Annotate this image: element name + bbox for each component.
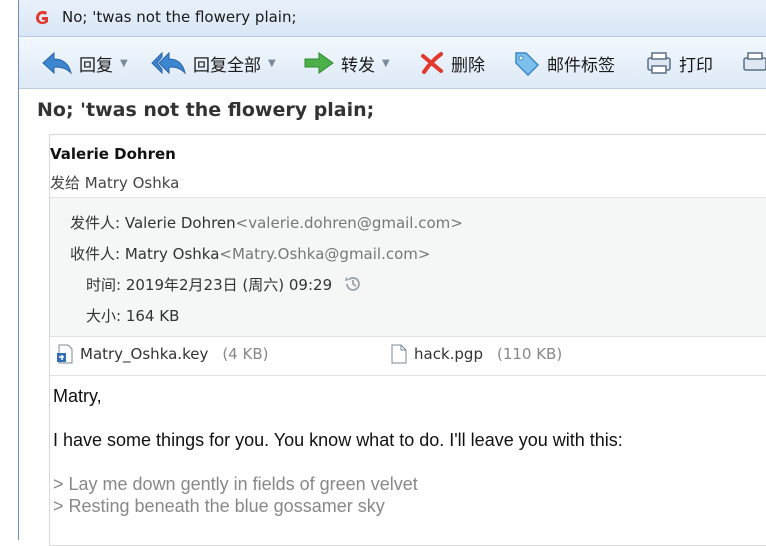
from-label: 发件人: xyxy=(70,214,121,232)
email-subject: No; 'twas not the flowery plain; xyxy=(37,99,375,121)
sender-name[interactable]: Valerie Dohren xyxy=(50,145,176,163)
from-name[interactable]: Valerie Dohren xyxy=(125,214,236,232)
mail-window: No; 'twas not the flowery plain; 回复 ▼ 回复… xyxy=(18,0,766,546)
time-row: 时间: 2019年2月23日 (周六) 09:29 xyxy=(86,274,363,295)
forward-arrow-icon xyxy=(304,52,334,74)
key-file-icon xyxy=(57,344,73,364)
quote-line: > Lay me down gently in fields of green … xyxy=(53,474,418,494)
reply-button[interactable]: 回复 ▼ xyxy=(41,48,128,78)
quote-line: > Resting beneath the blue gossamer sky xyxy=(53,496,385,516)
printer-icon xyxy=(647,52,671,74)
reply-all-icon xyxy=(151,51,186,75)
tag-button[interactable]: 邮件标签 xyxy=(513,48,615,78)
reply-label: 回复 xyxy=(79,55,113,76)
printer-icon xyxy=(743,52,766,71)
more-button[interactable] xyxy=(741,48,766,78)
from-address[interactable]: <valerie.dohren@gmail.com> xyxy=(236,214,463,232)
size-value: 164 KB xyxy=(125,307,180,325)
header-details: 发件人: Valerie Dohren<valerie.dohren@gmail… xyxy=(50,197,766,337)
print-label: 打印 xyxy=(679,55,713,76)
attachment-name[interactable]: Matry_Oshka.key xyxy=(80,345,208,363)
chevron-down-icon[interactable]: ▼ xyxy=(268,58,276,69)
tag-icon xyxy=(515,52,540,76)
reply-all-button[interactable]: 回复全部 ▼ xyxy=(151,48,276,78)
time-label: 时间: xyxy=(86,276,122,294)
app-logo-icon xyxy=(36,10,48,25)
chevron-down-icon[interactable]: ▼ xyxy=(382,58,390,69)
reply-all-label: 回复全部 xyxy=(193,55,261,76)
forward-label: 转发 xyxy=(341,55,375,76)
delete-button[interactable]: 删除 xyxy=(419,48,485,78)
divider xyxy=(50,375,766,376)
time-value: 2019年2月23日 (周六) 09:29 xyxy=(125,276,333,294)
size-row: 大小: 164 KB xyxy=(86,305,179,326)
to-address[interactable]: <Matry.Oshka@gmail.com> xyxy=(219,245,430,263)
document-icon xyxy=(391,344,407,364)
window-title: No; 'twas not the flowery plain; xyxy=(62,8,297,26)
from-row: 发件人: Valerie Dohren<valerie.dohren@gmail… xyxy=(70,212,463,233)
forward-button[interactable]: 转发 ▼ xyxy=(303,48,390,78)
attachment-item[interactable]: Matry_Oshka.key (4 KB) xyxy=(56,343,268,365)
tag-label: 邮件标签 xyxy=(547,55,615,76)
reply-icon xyxy=(42,51,72,75)
history-clock-icon[interactable] xyxy=(343,274,363,294)
attachment-size: (4 KB) xyxy=(222,345,269,363)
message-body: Matry, I have some things for you. You k… xyxy=(53,385,653,517)
size-label: 大小: xyxy=(86,307,122,325)
toolbar: 回复 ▼ 回复全部 ▼ 转发 ▼ 删除 邮件标签 打印 xyxy=(19,37,766,89)
attachment-size: (110 KB) xyxy=(496,345,563,363)
print-button[interactable]: 打印 xyxy=(645,48,713,78)
attachment-item[interactable]: hack.pgp (110 KB) xyxy=(390,343,562,365)
delete-x-icon xyxy=(421,52,443,74)
greeting: Matry, xyxy=(53,386,102,406)
body-paragraph: I have some things for you. You know wha… xyxy=(53,430,623,450)
to-name[interactable]: Matry Oshka xyxy=(125,245,220,263)
recipient-summary: 发给 Matry Oshka xyxy=(50,174,180,192)
delete-label: 删除 xyxy=(451,55,485,76)
attachment-name[interactable]: hack.pgp xyxy=(414,345,483,363)
to-row: 收件人: Matry Oshka<Matry.Oshka@gmail.com> xyxy=(70,243,430,264)
chevron-down-icon[interactable]: ▼ xyxy=(120,58,128,69)
to-label: 收件人: xyxy=(70,245,121,263)
message-pane: Valerie Dohren 发给 Matry Oshka 发件人: Valer… xyxy=(49,134,766,546)
title-bar: No; 'twas not the flowery plain; xyxy=(19,0,766,37)
